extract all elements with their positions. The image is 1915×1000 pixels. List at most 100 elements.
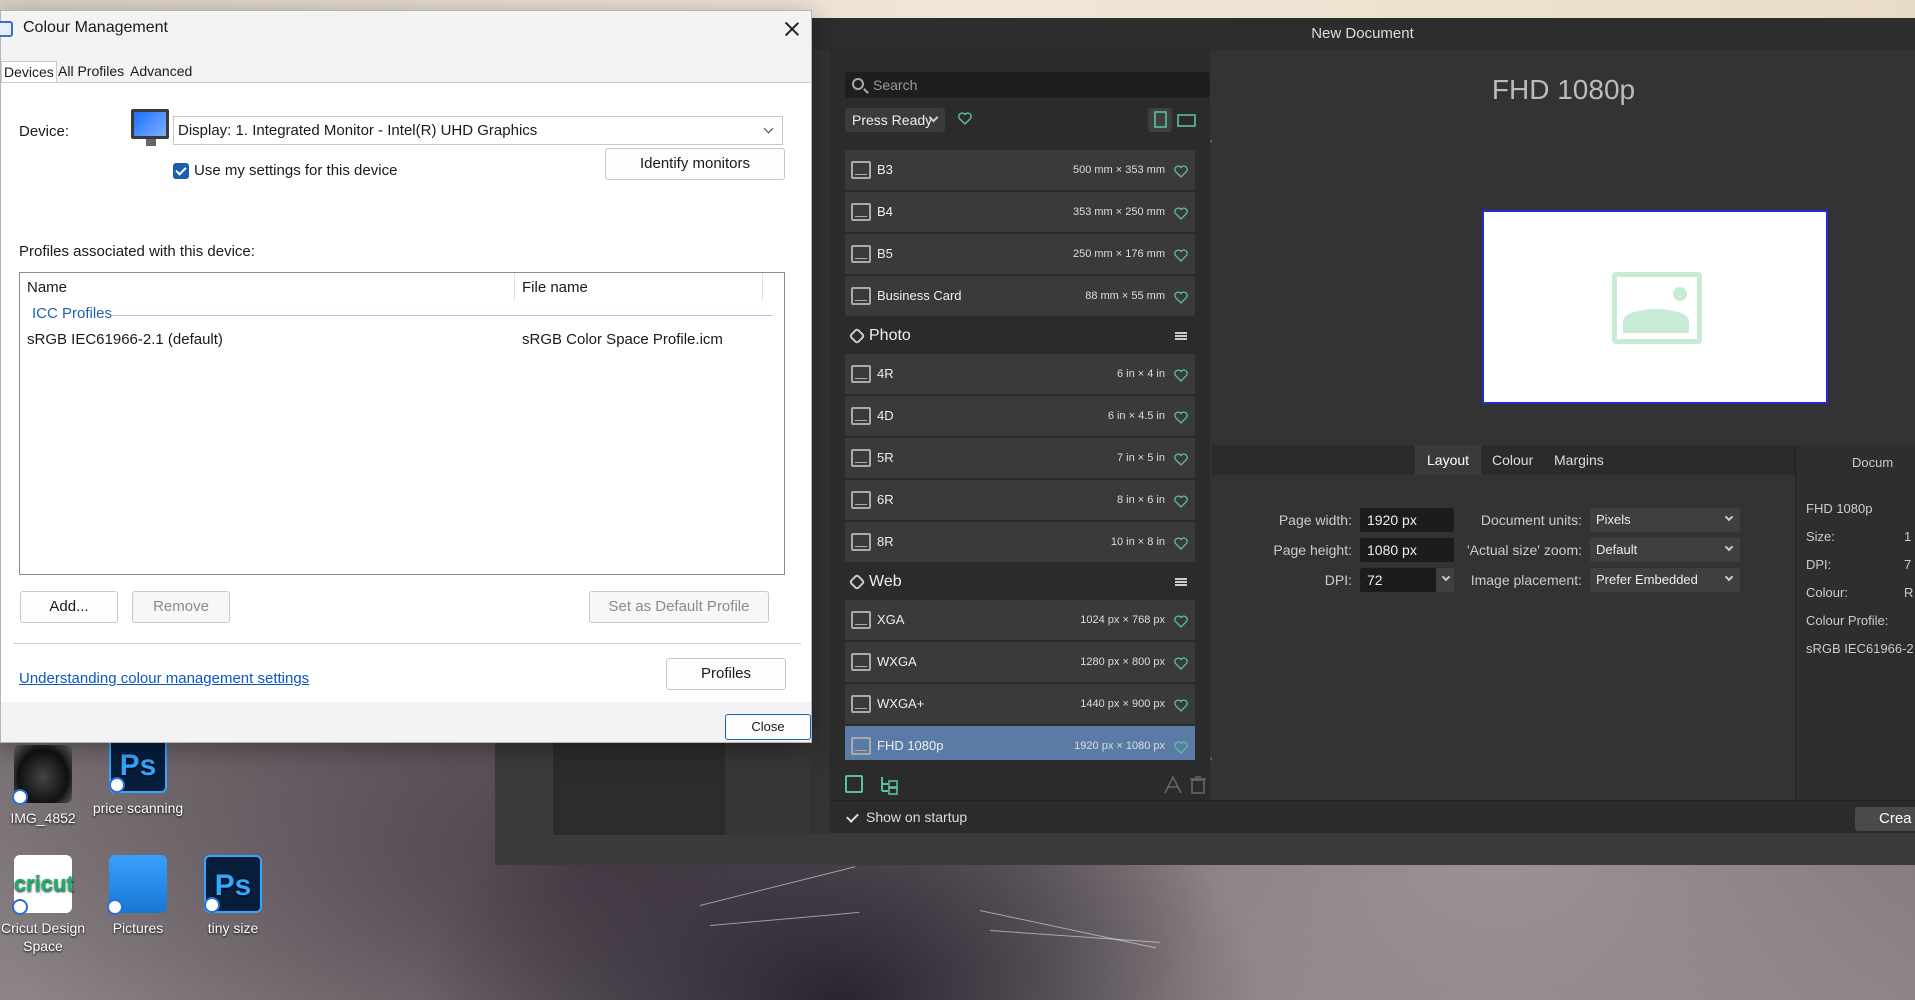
set-default-profile-button[interactable]: Set as Default Profile (589, 591, 769, 623)
page-preset-icon (851, 407, 871, 425)
desktop-icon-img-4852[interactable]: IMG_4852 (0, 745, 91, 827)
preset-row-4d[interactable]: 4D 6 in × 4.5 in (845, 396, 1195, 436)
tab-devices[interactable]: Devices (1, 61, 57, 83)
layout-settings-panel: Page width: 1920 px Page height: 1080 px… (1212, 475, 1795, 800)
tab-layout[interactable]: Layout (1415, 445, 1482, 475)
desktop-icon-price-scanning[interactable]: Ps price scanning (90, 735, 186, 817)
category-header-photo[interactable]: Photo (845, 320, 1195, 352)
chevron-down-icon (763, 123, 774, 134)
preset-list-toolbar (845, 772, 1207, 799)
group-divider (112, 315, 772, 316)
show-on-startup-checkbox[interactable] (846, 811, 858, 823)
actual-size-zoom-dropdown[interactable]: Default (1590, 538, 1740, 562)
identify-monitors-button[interactable]: Identify monitors (605, 148, 785, 180)
favourite-heart-icon[interactable] (1174, 699, 1188, 712)
portrait-orientation-button[interactable] (1148, 108, 1172, 132)
preset-row-b3[interactable]: B3 500 mm × 353 mm (845, 150, 1195, 190)
favourite-heart-icon[interactable] (1174, 291, 1188, 304)
tab-advanced[interactable]: Advanced (128, 61, 194, 83)
favourites-heart-icon[interactable] (958, 112, 972, 125)
info-heading: Docum (1852, 455, 1894, 470)
desktop-icon-cricut-design-space[interactable]: cricut Cricut Design Space (0, 855, 91, 955)
desktop-icon-pictures[interactable]: Pictures (90, 855, 186, 937)
page-width-input[interactable]: 1920 px (1360, 508, 1454, 532)
favourite-heart-icon[interactable] (1174, 741, 1188, 754)
dpi-input[interactable]: 72 (1360, 568, 1454, 592)
desktop-icon-label: IMG_4852 (10, 810, 76, 826)
favourite-heart-icon[interactable] (1174, 495, 1188, 508)
add-category-icon[interactable] (879, 775, 898, 795)
desktop-icon-tiny-size[interactable]: Ps tiny size (185, 855, 281, 937)
favourite-heart-icon[interactable] (1174, 537, 1188, 550)
preset-row-5r[interactable]: 5R 7 in × 5 in (845, 438, 1195, 478)
page-preset-icon (851, 653, 871, 671)
category-header-web[interactable]: Web (845, 566, 1195, 598)
page-preset-icon (851, 287, 871, 305)
favourite-heart-icon[interactable] (1174, 657, 1188, 670)
document-info-panel: Docum FHD 1080p Size: 1 DPI: 7 Colour: R… (1795, 445, 1915, 800)
preset-row-4r[interactable]: 4R 6 in × 4 in (845, 354, 1195, 394)
shortcut-arrow-icon (109, 777, 125, 793)
tab-margins[interactable]: Margins (1542, 445, 1616, 475)
preset-row-business-card[interactable]: Business Card 88 mm × 55 mm (845, 276, 1195, 316)
profiles-list[interactable]: Name File name ICC Profiles sRGB IEC6196… (19, 272, 785, 575)
use-my-settings-checkbox[interactable] (173, 163, 189, 179)
landscape-orientation-button[interactable] (1175, 108, 1199, 132)
category-dropdown[interactable]: Press Ready (845, 108, 945, 132)
search-icon (852, 78, 864, 90)
cricut-icon: cricut (12, 855, 74, 915)
favourite-heart-icon[interactable] (1174, 165, 1188, 178)
page-height-input[interactable]: 1080 px (1360, 538, 1454, 562)
profile-file-cell[interactable]: sRGB Color Space Profile.icm (522, 331, 723, 348)
tab-all-profiles[interactable]: All Profiles (56, 61, 126, 83)
actual-size-zoom-label: 'Actual size' zoom: (1466, 542, 1582, 558)
favourite-heart-icon[interactable] (1174, 411, 1188, 424)
preset-row-b5[interactable]: B5 250 mm × 176 mm (845, 234, 1195, 274)
preset-row-wxga-plus[interactable]: WXGA+ 1440 px × 900 px (845, 684, 1195, 724)
column-header-name[interactable]: Name (27, 279, 67, 296)
page-preset-icon (851, 245, 871, 263)
add-profile-button[interactable]: Add... (20, 591, 118, 623)
column-header-file-name[interactable]: File name (522, 279, 588, 296)
dpi-dropdown-button[interactable] (1436, 568, 1454, 592)
preset-row-6r[interactable]: 6R 8 in × 6 in (845, 480, 1195, 520)
category-menu-icon[interactable] (1175, 578, 1187, 586)
info-dpi-label: DPI: (1806, 557, 1832, 572)
favourite-heart-icon[interactable] (1174, 207, 1188, 220)
tab-colour[interactable]: Colour (1480, 445, 1545, 475)
dialog-title: New Document (810, 18, 1915, 50)
close-icon[interactable] (783, 20, 801, 38)
delete-preset-icon[interactable] (1189, 775, 1207, 799)
preset-row-b4[interactable]: B4 353 mm × 250 mm (845, 192, 1195, 232)
document-units-dropdown[interactable]: Pixels (1590, 508, 1740, 532)
favourite-heart-icon[interactable] (1174, 453, 1188, 466)
page-width-label: Page width: (1278, 512, 1352, 528)
remove-profile-button[interactable]: Remove (132, 591, 230, 623)
page-preset-icon (851, 695, 871, 713)
rename-preset-icon[interactable] (1163, 775, 1183, 799)
page-preset-icon (851, 491, 871, 509)
preset-row-xga[interactable]: XGA 1024 px × 768 px (845, 600, 1195, 640)
preview-title: FHD 1080p (1491, 74, 1636, 105)
create-button[interactable]: Crea (1855, 807, 1915, 831)
link-icon (848, 327, 866, 345)
add-preset-icon[interactable] (845, 775, 863, 793)
favourite-heart-icon[interactable] (1174, 369, 1188, 382)
understanding-colour-management-link[interactable]: Understanding colour management settings (19, 670, 309, 687)
close-button[interactable]: Close (725, 714, 811, 740)
device-dropdown[interactable]: Display: 1. Integrated Monitor - Intel(R… (173, 116, 783, 145)
new-document-dialog: New Document Search Press Ready B3 500 m… (810, 18, 1915, 833)
profile-name-cell[interactable]: sRGB IEC61966-2.1 (default) (27, 331, 223, 348)
favourite-heart-icon[interactable] (1174, 249, 1188, 262)
preset-row-fhd-1080p[interactable]: FHD 1080p 1920 px × 1080 px (845, 726, 1195, 760)
image-placement-dropdown[interactable]: Prefer Embedded (1590, 568, 1740, 592)
preset-row-8r[interactable]: 8R 10 in × 8 in (845, 522, 1195, 562)
page-preview (1482, 210, 1828, 404)
search-input[interactable]: Search (845, 72, 1210, 98)
photoshop-icon: Ps (109, 735, 167, 793)
shortcut-arrow-icon (12, 899, 28, 915)
category-menu-icon[interactable] (1175, 332, 1187, 340)
preset-row-wxga[interactable]: WXGA 1280 px × 800 px (845, 642, 1195, 682)
profiles-button[interactable]: Profiles (666, 658, 786, 690)
favourite-heart-icon[interactable] (1174, 615, 1188, 628)
